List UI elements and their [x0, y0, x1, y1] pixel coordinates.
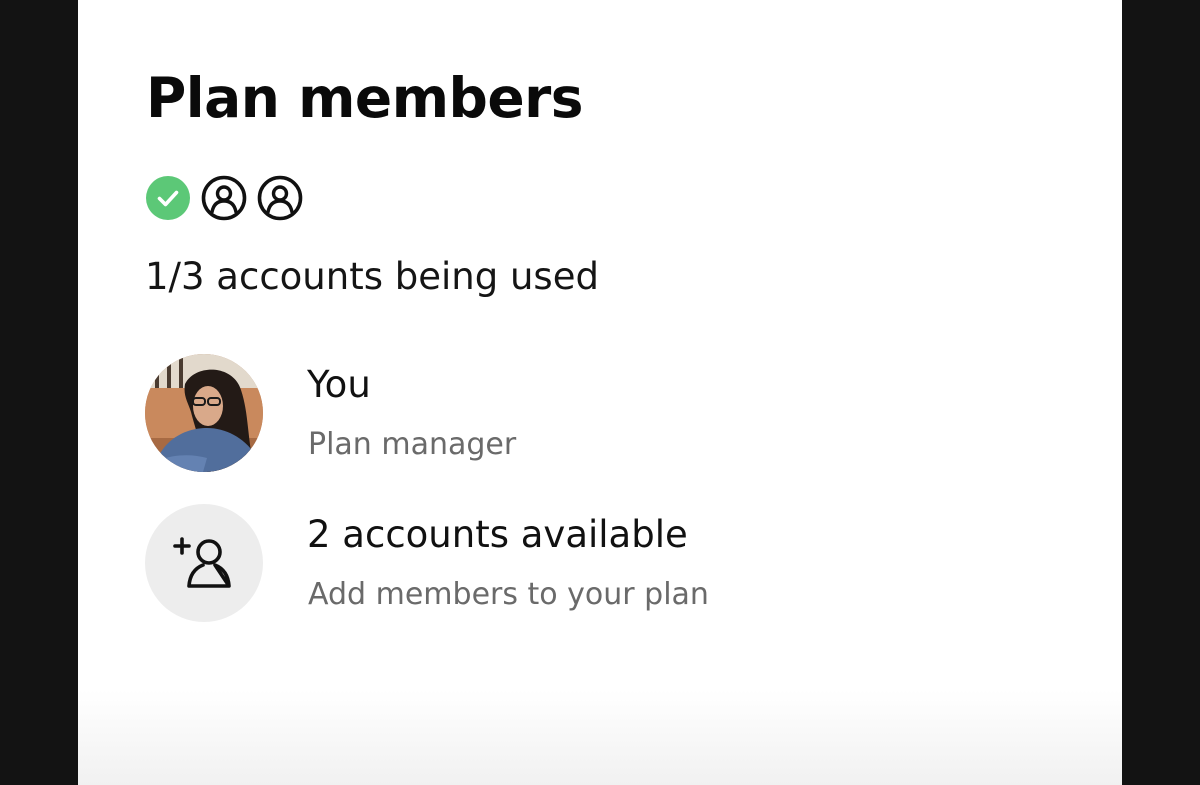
add-members-subtitle: Add members to your plan: [308, 577, 709, 612]
avatar: [145, 354, 263, 472]
add-person-icon: [173, 537, 231, 588]
person-outline-icon: [257, 175, 303, 221]
member-row-you[interactable]: You Plan manager: [145, 354, 845, 474]
add-members-row[interactable]: 2 accounts available Add members to your…: [145, 504, 845, 624]
seat-usage-text: 1/3 accounts being used: [145, 255, 599, 298]
add-person-button[interactable]: [145, 504, 263, 622]
member-name: You: [307, 363, 371, 406]
member-role: Plan manager: [308, 427, 517, 462]
accounts-available-title: 2 accounts available: [307, 513, 688, 556]
check-circle-icon: [146, 176, 190, 220]
seat-indicators: [145, 175, 303, 221]
person-outline-icon: [201, 175, 247, 221]
plan-members-card: Plan members 1/3 accounts being used You…: [78, 0, 1122, 785]
page-title: Plan members: [146, 66, 584, 130]
